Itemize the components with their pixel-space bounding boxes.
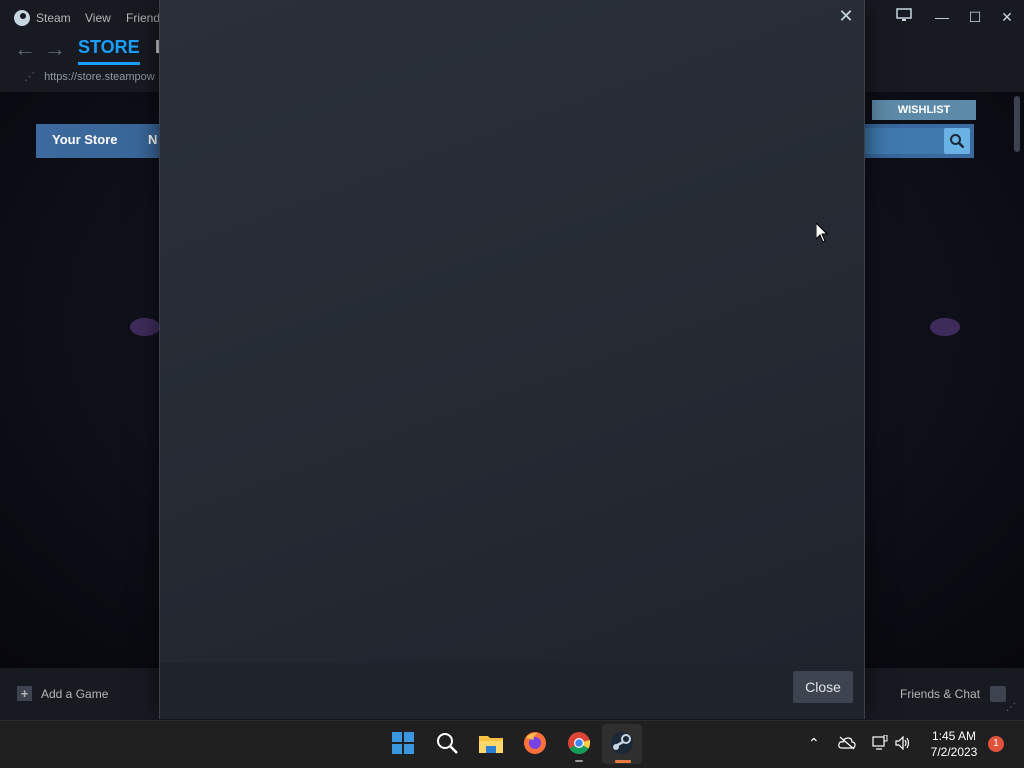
maximize-button[interactable]: ☐ [964,7,986,27]
friends-chat-label: Friends & Chat [900,687,981,701]
steam-running-indicator [615,760,631,763]
menu-steam[interactable]: Steam [36,11,71,25]
window-close-button[interactable]: ✕ [996,7,1018,27]
windows-start-icon[interactable] [388,728,418,758]
store-nav-your-store[interactable]: Your Store [52,132,118,147]
forward-arrow-icon[interactable]: → [44,36,66,62]
resize-grip-icon[interactable]: ⋰ [1006,702,1016,713]
plus-icon: + [17,686,32,701]
windows-taskbar [0,720,1024,768]
monitor-icon[interactable] [893,7,915,27]
modal-close-icon[interactable]: ✕ [836,6,856,26]
file-explorer-icon[interactable] [476,728,506,758]
mouse-cursor-icon [816,223,828,243]
modal-dialog: ✕ Close [159,0,865,719]
modal-footer: Close [160,663,864,719]
clock-date[interactable]: 7/2/2023 [924,745,984,759]
minimize-button[interactable]: — [931,7,953,27]
store-search-input[interactable] [864,128,944,154]
search-button[interactable] [944,128,970,154]
tray-overflow-chevron-icon[interactable]: ⌃ [808,735,820,752]
decorative-fish-image [130,318,160,336]
modal-close-button[interactable]: Close [793,671,853,703]
tab-store[interactable]: STORE [78,37,140,65]
search-icon [950,134,965,149]
chrome-icon[interactable] [564,728,594,758]
page-scrollbar[interactable] [1014,96,1020,152]
store-nav-noteworthy[interactable]: N [148,132,157,147]
search-icon[interactable] [432,728,462,758]
friends-chat-button[interactable]: Friends & Chat [900,686,1007,702]
steam-taskbar-icon[interactable] [607,728,637,758]
menu-view[interactable]: View [85,11,111,25]
wishlist-button[interactable]: WISHLIST [872,100,976,120]
loading-dots-icon: ⋰ [24,71,35,83]
notification-badge[interactable]: 1 [988,736,1004,752]
firefox-icon[interactable] [520,728,550,758]
clock-time[interactable]: 1:45 AM [926,729,982,743]
add-game-button[interactable]: + Add a Game [17,686,108,701]
chrome-running-indicator [575,760,583,762]
url-text: https://store.steampow [44,71,155,83]
decorative-fish-image [930,318,960,336]
network-icon[interactable] [872,735,888,751]
back-arrow-icon[interactable]: ← [14,36,36,62]
add-game-label: Add a Game [41,686,109,701]
friends-icon [990,686,1007,702]
volume-icon[interactable] [895,736,911,750]
url-bar: ⋰ https://store.steampow [24,70,155,83]
cloud-offline-icon[interactable] [838,736,856,750]
steam-logo-icon [14,10,30,26]
